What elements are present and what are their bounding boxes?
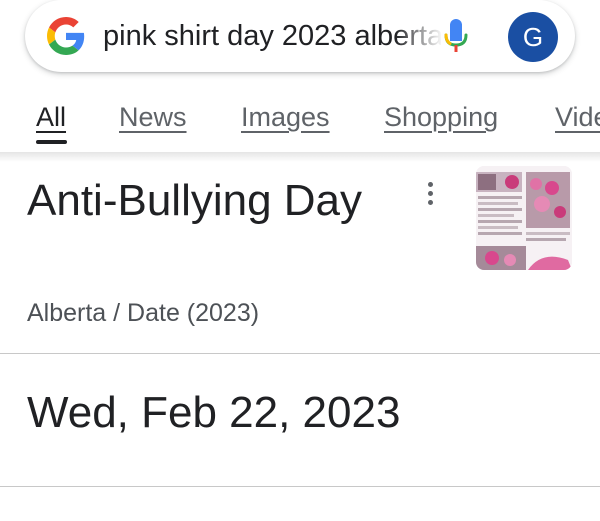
search-bar[interactable]: pink shirt day 2023 alberta G <box>25 0 575 72</box>
google-g-icon <box>47 17 85 55</box>
search-query-text: pink shirt day 2023 alberta <box>103 19 441 52</box>
search-tabs: All News Images Shopping Videos <box>0 96 600 146</box>
result-subtitle: Alberta / Date (2023) <box>27 299 260 327</box>
active-tab-indicator <box>36 140 67 144</box>
divider-bottom <box>0 486 600 487</box>
more-vert-icon[interactable] <box>420 182 440 212</box>
answer-date: Wed, Feb 22, 2023 <box>27 388 401 437</box>
search-input[interactable]: pink shirt day 2023 alberta <box>103 0 441 72</box>
tabs-divider-shadow <box>0 152 600 162</box>
tab-shopping[interactable]: Shopping <box>384 102 498 133</box>
tab-videos[interactable]: Videos <box>555 102 600 133</box>
result-thumbnail[interactable] <box>476 166 572 270</box>
microphone-icon[interactable] <box>443 18 469 54</box>
tab-images[interactable]: Images <box>241 102 330 133</box>
tab-all[interactable]: All <box>36 102 66 133</box>
tab-news[interactable]: News <box>119 102 187 133</box>
thumbnail-image <box>476 166 572 270</box>
avatar-letter: G <box>522 21 544 52</box>
result-title: Anti-Bullying Day <box>27 176 363 225</box>
avatar[interactable]: G <box>508 12 558 62</box>
divider-top <box>0 353 600 354</box>
